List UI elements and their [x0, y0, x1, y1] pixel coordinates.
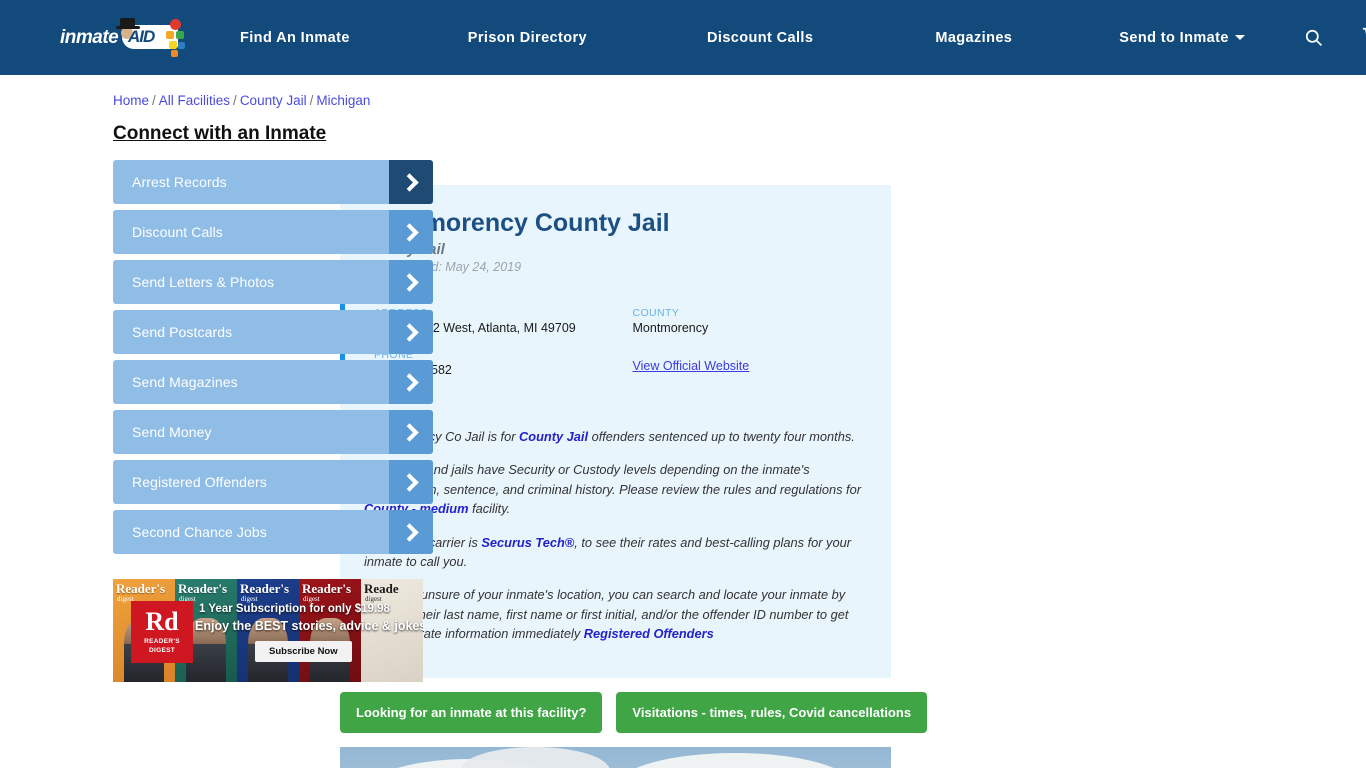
cart-icon[interactable]: 0	[1360, 25, 1366, 51]
advertisement-banner[interactable]: Reader's digest Reader's digest Reader's…	[113, 579, 423, 682]
ad-cover-subtitle: digest	[241, 595, 258, 603]
sidebar-item-send-magazines[interactable]: Send Magazines	[113, 360, 433, 404]
connect-with-inmate-heading[interactable]: Connect with an Inmate	[113, 123, 326, 145]
sidebar-item-label: Send Postcards	[132, 324, 233, 340]
main-content: Montmorency County Jail County Jail Last…	[340, 75, 1366, 768]
breadcrumb: Home / All Facilities / County Jail / Michigan	[113, 93, 370, 108]
sidebar-item-label: Send Letters & Photos	[132, 274, 275, 290]
chevron-right-icon	[389, 310, 433, 354]
find-inmate-button[interactable]: Looking for an inmate at this facility?	[340, 691, 603, 733]
header-icon-group: 0	[1301, 25, 1366, 51]
paragraph-text: facility.	[468, 501, 511, 517]
ad-brand-initials: Rd	[145, 607, 179, 637]
chevron-right-icon	[389, 210, 433, 254]
sidebar-item-discount-calls[interactable]: Discount Calls	[113, 210, 433, 254]
chevron-right-icon	[389, 410, 433, 454]
paragraph-text: All prisons and jails have Security or C…	[364, 462, 861, 497]
logo-hat-icon	[116, 17, 140, 31]
description-paragraph-1: Montmorency Co Jail is for County Jail o…	[364, 427, 867, 446]
securus-tech-link[interactable]: Securus Tech®	[481, 535, 574, 550]
view-official-website-link[interactable]: View Official Website	[633, 359, 750, 373]
site-header: inmate AID Find An Inmate Prison Directo…	[0, 0, 1366, 75]
chevron-right-icon	[389, 260, 433, 304]
sidebar-item-label: Second Chance Jobs	[132, 524, 267, 540]
breadcrumb-item-home[interactable]: Home	[113, 93, 149, 108]
chevron-right-icon	[389, 160, 433, 204]
page-title: Montmorency County Jail	[364, 209, 670, 237]
ad-cover-title: Reader's	[116, 581, 166, 596]
nav-item-discount-calls[interactable]: Discount Calls	[707, 20, 813, 56]
sidebar-item-send-postcards[interactable]: Send Postcards	[113, 310, 433, 354]
last-updated-text: Last Updated: May 24, 2019	[364, 259, 522, 274]
chevron-right-icon	[389, 360, 433, 404]
ad-headline-1: 1 Year Subscription for only $19.98	[199, 603, 390, 615]
description-paragraph-3: The phone carrier is Securus Tech®, to s…	[364, 533, 867, 572]
breadcrumb-separator: /	[309, 93, 314, 108]
sidebar-item-label: Send Money	[132, 424, 212, 440]
breadcrumb-item-county-jail[interactable]: County Jail	[240, 93, 307, 108]
breadcrumb-separator: /	[233, 93, 237, 108]
nav-item-send-to-inmate-label: Send to Inmate	[1119, 29, 1229, 46]
description-paragraph-4: If you are unsure of your inmate's locat…	[364, 585, 867, 643]
ad-cover-subtitle: digest	[303, 595, 320, 603]
sidebar-item-label: Discount Calls	[132, 224, 223, 240]
description-paragraph-2: All prisons and jails have Security or C…	[364, 460, 867, 518]
sidebar-item-label: Send Magazines	[132, 374, 238, 390]
ad-brand-logo: Rd READER'S DIGEST	[131, 601, 193, 663]
ad-brand-name: READER'S DIGEST	[144, 638, 180, 654]
sidebar-item-send-money[interactable]: Send Money	[113, 410, 433, 454]
ad-subscribe-button[interactable]: Subscribe Now	[255, 641, 352, 662]
nav-item-find-an-inmate[interactable]: Find An Inmate	[240, 20, 350, 56]
ad-cover-subtitle: digest	[365, 595, 382, 603]
sidebar-item-registered-offenders[interactable]: Registered Offenders	[113, 460, 433, 504]
search-icon[interactable]	[1301, 25, 1327, 51]
ad-cover-title: Reader's	[240, 581, 290, 596]
sidebar-item-arrest-records[interactable]: Arrest Records	[113, 160, 433, 204]
paragraph-text: offenders sentenced up to twenty four mo…	[588, 428, 855, 444]
nav-item-prison-directory[interactable]: Prison Directory	[468, 20, 587, 56]
chevron-right-icon	[389, 510, 433, 554]
logo-confetti-icon	[164, 18, 190, 59]
breadcrumb-separator: /	[152, 93, 156, 108]
ad-headline-2: Enjoy the BEST stories, advice & jokes!	[195, 619, 423, 633]
site-logo[interactable]: inmate AID	[60, 17, 188, 59]
nav-item-send-to-inmate[interactable]: Send to Inmate	[1119, 20, 1245, 56]
visitations-button[interactable]: Visitations - times, rules, Covid cancel…	[616, 691, 928, 733]
facility-type: County Jail	[364, 241, 867, 258]
registered-offenders-link[interactable]: Registered Offenders	[584, 626, 714, 641]
facility-details-right-column: COUNTY Montmorency View Official Website	[633, 307, 892, 391]
facility-photo: MONTMORENCY COUNTY	[340, 746, 891, 768]
page-body: Home / All Facilities / County Jail / Michigan…	[0, 75, 1366, 768]
ad-cover-title: Reader's	[178, 581, 228, 596]
breadcrumb-item-all-facilities[interactable]: All Facilities	[159, 93, 230, 108]
logo-wordmark: inmate	[60, 26, 119, 48]
chevron-right-icon	[389, 460, 433, 504]
left-sidebar: Home / All Facilities / County Jail / Michigan…	[0, 75, 433, 768]
sidebar-item-send-letters-photos[interactable]: Send Letters & Photos	[113, 260, 433, 304]
nav-item-magazines[interactable]: Magazines	[935, 20, 1012, 56]
county-label: COUNTY	[632, 306, 680, 319]
sidebar-item-label: Arrest Records	[132, 174, 227, 190]
facility-action-buttons: Looking for an inmate at this facility? …	[340, 691, 1366, 733]
ad-cover-title: Reader's	[302, 581, 352, 596]
ad-cover-title: Reade	[364, 581, 399, 596]
county-jail-link[interactable]: County Jail	[519, 429, 588, 444]
sidebar-item-second-chance-jobs[interactable]: Second Chance Jobs	[113, 510, 433, 554]
chevron-down-icon	[1234, 35, 1245, 41]
main-navigation: Find An Inmate Prison Directory Discount…	[240, 20, 1245, 56]
sidebar-item-label: Registered Offenders	[132, 474, 267, 490]
county-value: Montmorency	[632, 320, 709, 335]
